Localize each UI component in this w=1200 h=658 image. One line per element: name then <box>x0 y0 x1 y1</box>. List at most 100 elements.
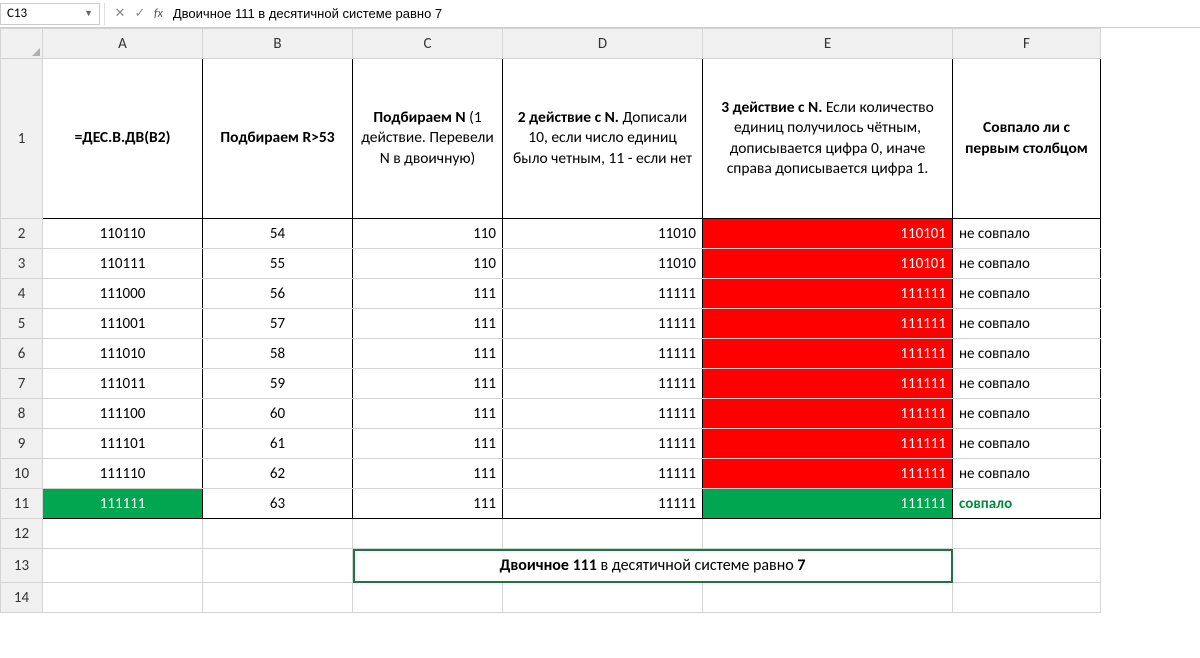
cell-D[interactable]: 11010 <box>503 219 703 249</box>
row-header[interactable]: 10 <box>1 459 43 489</box>
cell-E[interactable]: 111111 <box>703 489 953 519</box>
cell-D[interactable]: 11111 <box>503 399 703 429</box>
cell-C13-summary[interactable]: Двоичное 111 в десятичной системе равно … <box>353 549 953 583</box>
cell-C12[interactable] <box>353 519 503 549</box>
cell-A[interactable]: 111101 <box>43 429 203 459</box>
cell-E1[interactable]: 3 действие с N. Если количество единиц п… <box>703 59 953 219</box>
select-all-corner[interactable] <box>1 29 43 59</box>
col-header-D[interactable]: D <box>503 29 703 59</box>
row-header[interactable]: 6 <box>1 339 43 369</box>
cell-B[interactable]: 63 <box>203 489 353 519</box>
cell-A1[interactable]: =ДЕС.В.ДВ(B2) <box>43 59 203 219</box>
row-header[interactable]: 3 <box>1 249 43 279</box>
cell-A[interactable]: 111110 <box>43 459 203 489</box>
cell-C[interactable]: 111 <box>353 489 503 519</box>
cell-B[interactable]: 57 <box>203 309 353 339</box>
row-header[interactable]: 8 <box>1 399 43 429</box>
cell-B12[interactable] <box>203 519 353 549</box>
cell-F[interactable]: совпало <box>953 489 1101 519</box>
row-header[interactable]: 4 <box>1 279 43 309</box>
col-header-E[interactable]: E <box>703 29 953 59</box>
cell-E[interactable]: 111111 <box>703 459 953 489</box>
cell-B[interactable]: 58 <box>203 339 353 369</box>
cell-B[interactable]: 54 <box>203 219 353 249</box>
cell-C[interactable]: 111 <box>353 429 503 459</box>
cell-E[interactable]: 111111 <box>703 399 953 429</box>
cell-E14[interactable] <box>703 583 953 613</box>
cell-F[interactable]: не совпало <box>953 399 1101 429</box>
dropdown-icon[interactable]: ▼ <box>84 8 93 19</box>
cell-E12[interactable] <box>703 519 953 549</box>
cell-A[interactable]: 110110 <box>43 219 203 249</box>
cell-C[interactable]: 110 <box>353 249 503 279</box>
enter-icon[interactable]: ✓ <box>130 3 150 25</box>
cell-E[interactable]: 111111 <box>703 429 953 459</box>
formula-input[interactable] <box>167 3 1200 25</box>
cell-B13[interactable] <box>203 549 353 583</box>
cell-B[interactable]: 60 <box>203 399 353 429</box>
cell-C[interactable]: 110 <box>353 219 503 249</box>
cell-D[interactable]: 11010 <box>503 249 703 279</box>
cell-B[interactable]: 55 <box>203 249 353 279</box>
cancel-icon[interactable]: ✕ <box>110 3 130 25</box>
cell-D[interactable]: 11111 <box>503 489 703 519</box>
cell-C14[interactable] <box>353 583 503 613</box>
cell-B1[interactable]: Подбираем R>53 <box>203 59 353 219</box>
cell-E[interactable]: 110101 <box>703 249 953 279</box>
col-header-B[interactable]: B <box>203 29 353 59</box>
cell-F[interactable]: не совпало <box>953 309 1101 339</box>
cell-F13[interactable] <box>953 549 1101 583</box>
name-box[interactable]: C13 ▼ <box>0 3 100 25</box>
cell-F14[interactable] <box>953 583 1101 613</box>
cell-F[interactable]: не совпало <box>953 459 1101 489</box>
row-header-13[interactable]: 13 <box>1 549 43 583</box>
cell-E[interactable]: 111111 <box>703 339 953 369</box>
cell-F[interactable]: не совпало <box>953 339 1101 369</box>
cell-A14[interactable] <box>43 583 203 613</box>
row-header[interactable]: 9 <box>1 429 43 459</box>
cell-D[interactable]: 11111 <box>503 279 703 309</box>
row-header[interactable]: 2 <box>1 219 43 249</box>
cell-C[interactable]: 111 <box>353 279 503 309</box>
cell-E[interactable]: 111111 <box>703 309 953 339</box>
cell-D[interactable]: 11111 <box>503 429 703 459</box>
cell-B[interactable]: 62 <box>203 459 353 489</box>
col-header-C[interactable]: C <box>353 29 503 59</box>
cell-D[interactable]: 11111 <box>503 369 703 399</box>
cell-C[interactable]: 111 <box>353 459 503 489</box>
cell-C[interactable]: 111 <box>353 369 503 399</box>
cell-A[interactable]: 111011 <box>43 369 203 399</box>
fx-icon[interactable]: fx <box>154 7 163 21</box>
col-header-A[interactable]: A <box>43 29 203 59</box>
cell-D[interactable]: 11111 <box>503 309 703 339</box>
row-header[interactable]: 11 <box>1 489 43 519</box>
cell-E[interactable]: 111111 <box>703 369 953 399</box>
row-header[interactable]: 7 <box>1 369 43 399</box>
cell-D12[interactable] <box>503 519 703 549</box>
cell-F[interactable]: не совпало <box>953 369 1101 399</box>
cell-A[interactable]: 111000 <box>43 279 203 309</box>
cell-C1[interactable]: Подбираем N (1 действие. Перевели N в дв… <box>353 59 503 219</box>
cell-C[interactable]: 111 <box>353 339 503 369</box>
cell-C[interactable]: 111 <box>353 309 503 339</box>
cell-D1[interactable]: 2 действие с N. Дописали 10, если число … <box>503 59 703 219</box>
cell-D[interactable]: 11111 <box>503 339 703 369</box>
cell-A[interactable]: 110111 <box>43 249 203 279</box>
cell-E[interactable]: 111111 <box>703 279 953 309</box>
cell-F12[interactable] <box>953 519 1101 549</box>
cell-F[interactable]: не совпало <box>953 249 1101 279</box>
cell-D14[interactable] <box>503 583 703 613</box>
row-header[interactable]: 5 <box>1 309 43 339</box>
row-header-1[interactable]: 1 <box>1 59 43 219</box>
cell-A[interactable]: 111100 <box>43 399 203 429</box>
cell-B[interactable]: 59 <box>203 369 353 399</box>
cell-C[interactable]: 111 <box>353 399 503 429</box>
cell-D[interactable]: 11111 <box>503 459 703 489</box>
cell-F[interactable]: не совпало <box>953 429 1101 459</box>
cell-A13[interactable] <box>43 549 203 583</box>
row-header-14[interactable]: 14 <box>1 583 43 613</box>
cell-A[interactable]: 111111 <box>43 489 203 519</box>
cell-F[interactable]: не совпало <box>953 219 1101 249</box>
cell-F[interactable]: не совпало <box>953 279 1101 309</box>
cell-B[interactable]: 61 <box>203 429 353 459</box>
